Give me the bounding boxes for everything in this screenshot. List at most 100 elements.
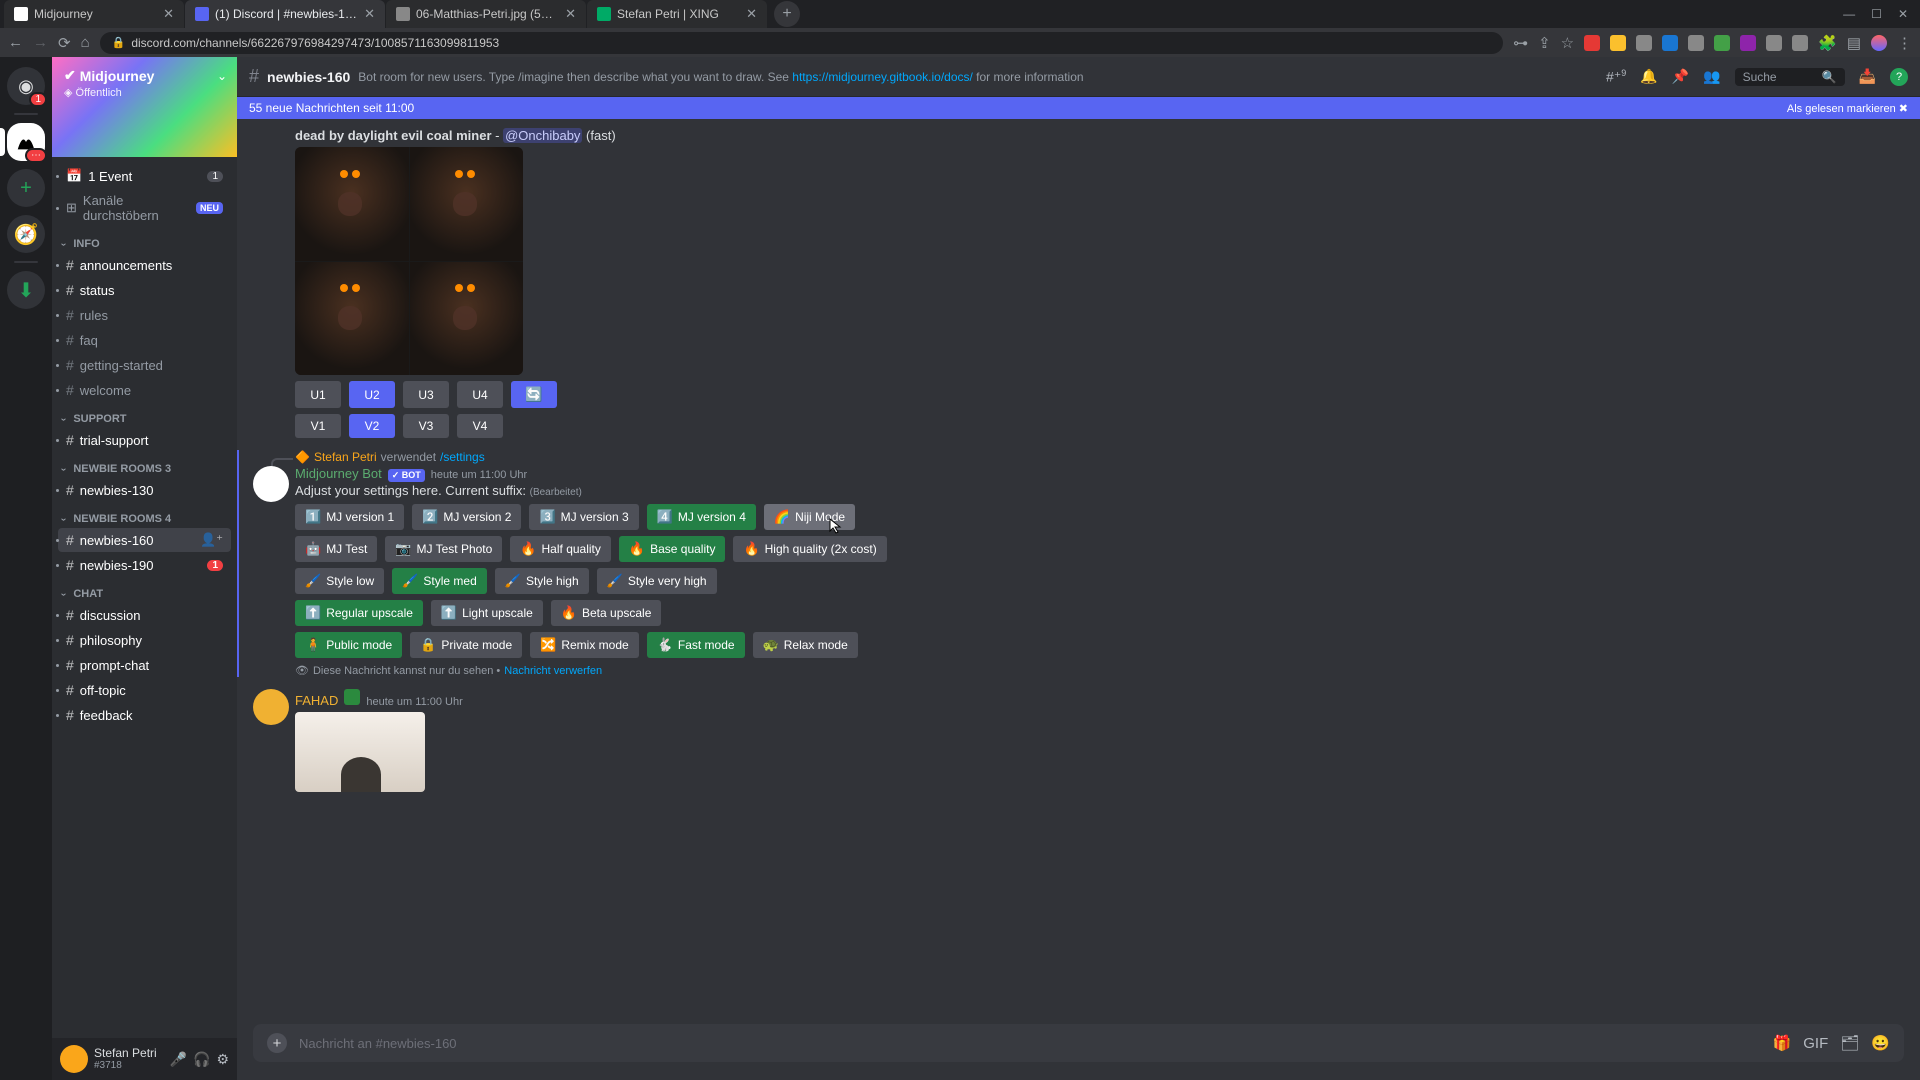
message-list[interactable]: dead by daylight evil coal miner - @Onch…: [237, 119, 1920, 1014]
ext-icon[interactable]: [1610, 35, 1626, 51]
setting-private-mode[interactable]: 🔒Private mode: [410, 632, 522, 658]
forward-icon[interactable]: →: [33, 34, 48, 51]
ext-icon[interactable]: [1792, 35, 1808, 51]
setting-mj-version-4[interactable]: 4️⃣MJ version 4: [647, 504, 756, 530]
variation-v1[interactable]: V1: [295, 414, 341, 438]
user-mention[interactable]: @Onchibaby: [503, 128, 582, 143]
bot-username[interactable]: Midjourney Bot: [295, 466, 382, 481]
server-header[interactable]: ✔Midjourney ◈ Öffentlich ⌄: [52, 57, 237, 157]
channel-category[interactable]: NEWBIE ROOMS 4: [58, 503, 231, 527]
ext-icon[interactable]: [1636, 35, 1652, 51]
reload-icon[interactable]: ⟳: [58, 34, 71, 52]
setting-mj-version-2[interactable]: 2️⃣MJ version 2: [412, 504, 521, 530]
setting-niji-mode[interactable]: 🌈Niji Mode: [764, 504, 855, 530]
menu-icon[interactable]: ⋮: [1897, 34, 1912, 52]
setting-public-mode[interactable]: 🧍Public mode: [295, 632, 402, 658]
threads-icon[interactable]: #⁺9: [1606, 68, 1626, 86]
back-icon[interactable]: ←: [8, 34, 23, 51]
channel-topic[interactable]: Bot room for new users. Type /imagine th…: [358, 70, 1598, 84]
share-icon[interactable]: ⇪: [1538, 34, 1551, 52]
deafen-icon[interactable]: 🎧: [193, 1051, 210, 1068]
user-info[interactable]: Stefan Petri#3718: [94, 1047, 164, 1071]
close-icon[interactable]: ✕: [746, 6, 757, 22]
setting-light-upscale[interactable]: ⬆️Light upscale: [431, 600, 543, 626]
upscale-u1[interactable]: U1: [295, 381, 341, 408]
setting-style-high[interactable]: 🖌️Style high: [495, 568, 589, 594]
browse-channels[interactable]: ⊞Kanäle durchstöbernNEU: [58, 189, 231, 227]
sticker-icon[interactable]: 🗂: [1840, 1034, 1859, 1052]
tab-discord[interactable]: (1) Discord | #newbies-160 | Mid✕: [185, 0, 385, 28]
channel-category[interactable]: NEWBIE ROOMS 3: [58, 453, 231, 477]
ext-icon[interactable]: [1714, 35, 1730, 51]
star-icon[interactable]: ☆: [1561, 34, 1574, 52]
close-window-icon[interactable]: ✕: [1898, 7, 1908, 21]
ext-icon[interactable]: [1740, 35, 1756, 51]
download-button[interactable]: ⬇: [7, 271, 45, 309]
setting-style-med[interactable]: 🖌️Style med: [392, 568, 487, 594]
minimize-icon[interactable]: —: [1843, 7, 1855, 21]
channel-discussion[interactable]: #discussion: [58, 603, 231, 627]
variation-v4[interactable]: V4: [457, 414, 503, 438]
user-avatar[interactable]: [60, 1045, 88, 1073]
dm-button[interactable]: ◉1: [7, 67, 45, 105]
url-input[interactable]: 🔒discord.com/channels/662267976984297473…: [100, 32, 1503, 54]
channel-philosophy[interactable]: #philosophy: [58, 628, 231, 652]
variation-v3[interactable]: V3: [403, 414, 449, 438]
server-midjourney[interactable]: ⋯: [7, 123, 45, 161]
members-icon[interactable]: 👥: [1703, 68, 1720, 85]
channel-newbies-160[interactable]: #newbies-160👤⁺: [58, 528, 231, 552]
emoji-icon[interactable]: 😀: [1871, 1034, 1890, 1052]
key-icon[interactable]: ⊶: [1513, 34, 1528, 52]
dismiss-link[interactable]: Nachricht verwerfen: [504, 665, 602, 677]
channel-category[interactable]: CHAT: [58, 578, 231, 602]
channel-newbies-130[interactable]: #newbies-130: [58, 478, 231, 502]
add-people-icon[interactable]: 👤⁺: [200, 532, 223, 548]
maximize-icon[interactable]: ☐: [1871, 7, 1882, 21]
channel-welcome[interactable]: #welcome: [58, 378, 231, 402]
close-icon[interactable]: ✕: [565, 6, 576, 22]
home-icon[interactable]: ⌂: [81, 34, 90, 51]
close-icon[interactable]: ✕: [364, 6, 375, 22]
mark-read-button[interactable]: Als gelesen markieren ✖: [1787, 102, 1908, 115]
chevron-down-icon[interactable]: ⌄: [217, 69, 227, 83]
gif-icon[interactable]: GIF: [1803, 1035, 1828, 1052]
user-avatar[interactable]: [253, 689, 289, 725]
channel-faq[interactable]: #faq: [58, 328, 231, 352]
setting-mj-test[interactable]: 🤖MJ Test: [295, 536, 377, 562]
setting-beta-upscale[interactable]: 🔥Beta upscale: [551, 600, 662, 626]
tab-midjourney[interactable]: Midjourney✕: [4, 0, 184, 28]
explore-button[interactable]: 🧭: [7, 215, 45, 253]
extensions-icon[interactable]: 🧩: [1818, 34, 1837, 52]
ext-icon[interactable]: [1662, 35, 1678, 51]
slash-command[interactable]: /settings: [440, 450, 485, 464]
search-input[interactable]: Suche🔍: [1735, 68, 1845, 86]
tab-xing[interactable]: Stefan Petri | XING✕: [587, 0, 767, 28]
help-icon[interactable]: ?: [1890, 68, 1908, 86]
channel-category[interactable]: SUPPORT: [58, 403, 231, 427]
channel-announcements[interactable]: #announcements: [58, 253, 231, 277]
message-input[interactable]: + Nachricht an #newbies-160 🎁 GIF 🗂 😀: [253, 1024, 1904, 1062]
settings-icon[interactable]: ⚙: [216, 1051, 229, 1068]
message-image[interactable]: [295, 712, 425, 792]
new-messages-bar[interactable]: 55 neue Nachrichten seit 11:00 Als geles…: [237, 97, 1920, 119]
setting-half-quality[interactable]: 🔥Half quality: [510, 536, 611, 562]
mute-icon[interactable]: 🎤: [170, 1051, 187, 1068]
events-row[interactable]: 📅1 Event1: [58, 164, 231, 188]
new-tab-button[interactable]: +: [774, 1, 800, 27]
channel-feedback[interactable]: #feedback: [58, 703, 231, 727]
ext-icon[interactable]: [1766, 35, 1782, 51]
image-grid[interactable]: [295, 147, 523, 375]
close-icon[interactable]: ✕: [163, 6, 174, 22]
channel-off-topic[interactable]: #off-topic: [58, 678, 231, 702]
channel-getting-started[interactable]: #getting-started: [58, 353, 231, 377]
profile-icon[interactable]: [1871, 35, 1887, 51]
setting-style-very-high[interactable]: 🖌️Style very high: [597, 568, 717, 594]
setting-mj-version-3[interactable]: 3️⃣MJ version 3: [529, 504, 638, 530]
bot-avatar[interactable]: [253, 466, 289, 502]
tab-image[interactable]: 06-Matthias-Petri.jpg (500×500)✕: [386, 0, 586, 28]
gift-icon[interactable]: 🎁: [1773, 1034, 1792, 1052]
ext-icon[interactable]: [1688, 35, 1704, 51]
setting-high-quality-2x-cost-[interactable]: 🔥High quality (2x cost): [733, 536, 886, 562]
setting-mj-test-photo[interactable]: 📷MJ Test Photo: [385, 536, 502, 562]
channel-trial-support[interactable]: #trial-support: [58, 428, 231, 452]
